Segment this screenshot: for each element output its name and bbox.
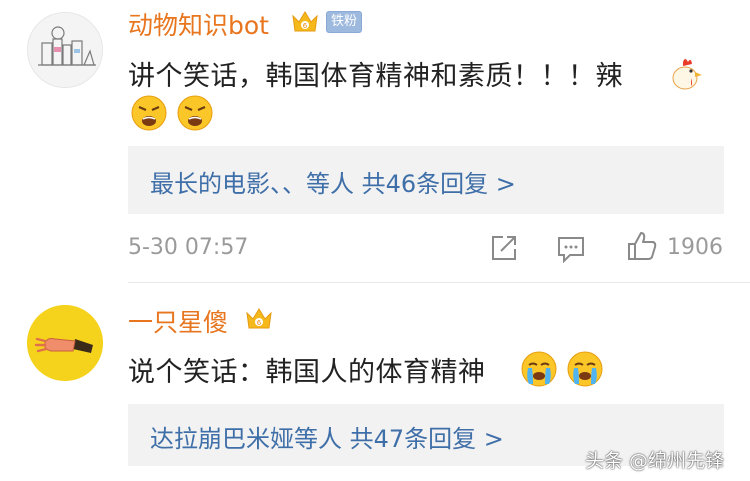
comment-text: 讲个笑话，韩国体育精神和素质！！！辣 <box>128 61 623 92</box>
rooster-emoji-icon <box>667 54 705 92</box>
crying-emoji-icon <box>566 350 604 388</box>
watermark: 头条 @绵州先锋 <box>585 450 725 472</box>
replies-link-text: 最长的电影、、等人 共46条回复 > <box>150 170 516 198</box>
like-icon[interactable] <box>626 230 658 262</box>
share-icon[interactable] <box>489 233 519 263</box>
comment-text: 说个笑话：韩国人的体育精神 <box>128 357 486 388</box>
replies-link-text: 达拉崩巴米娅等人 共47条回复 > <box>150 425 504 453</box>
angry-emoji-icon <box>176 94 214 132</box>
replies-link[interactable]: 最长的电影、、等人 共46条回复 > <box>128 146 724 214</box>
svg-text:6: 6 <box>303 22 308 30</box>
like-count: 1906 <box>667 235 723 260</box>
comment-time: 5-30 07:57 <box>128 235 249 260</box>
avatar[interactable] <box>27 12 103 88</box>
fan-badge: 铁粉 <box>326 11 363 33</box>
avatar[interactable] <box>27 305 103 381</box>
crying-emoji-icon <box>520 350 558 388</box>
comment-icon[interactable] <box>556 235 586 264</box>
vip-crown-icon: 6 <box>290 8 320 36</box>
svg-text:6: 6 <box>257 319 262 327</box>
username[interactable]: 动物知识bot <box>128 6 269 42</box>
username[interactable]: 一只星傻 <box>128 303 228 339</box>
angry-emoji-icon <box>130 94 168 132</box>
divider <box>128 282 750 283</box>
vip-crown-icon: 6 <box>244 305 274 333</box>
